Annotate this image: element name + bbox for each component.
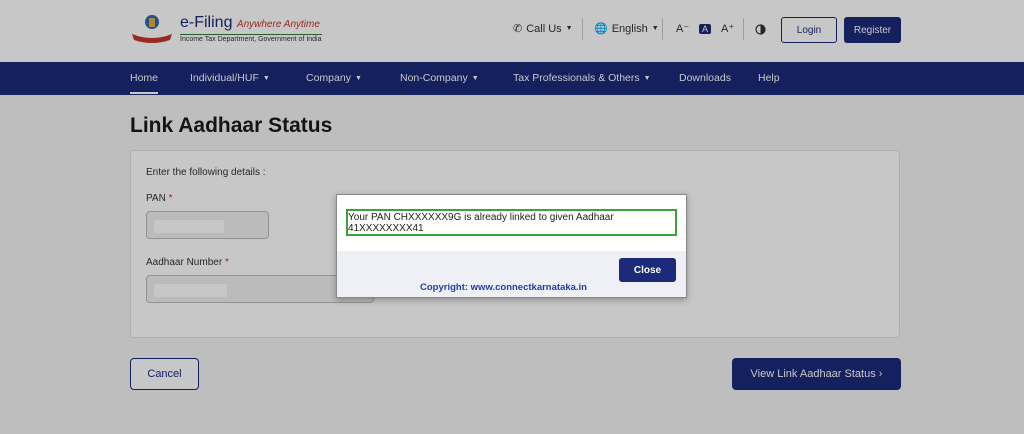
- modal-body: Your PAN CHXXXXXX9G is already linked to…: [337, 195, 686, 251]
- modal-footer: Close Copyright: www.connectkarnataka.in: [337, 251, 686, 297]
- close-button[interactable]: Close: [619, 258, 676, 282]
- status-modal: Your PAN CHXXXXXX9G is already linked to…: [336, 194, 687, 298]
- copyright-watermark: Copyright: www.connectkarnataka.in: [420, 282, 587, 293]
- status-message: Your PAN CHXXXXXX9G is already linked to…: [346, 209, 677, 236]
